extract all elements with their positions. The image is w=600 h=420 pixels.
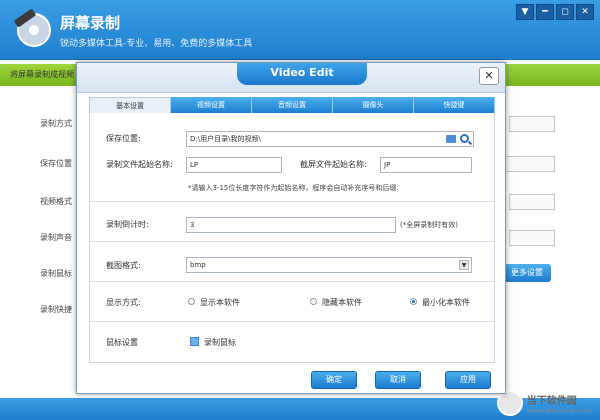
folder-icon[interactable]: [446, 135, 456, 143]
screenshot-prefix-field[interactable]: JP: [380, 157, 472, 173]
countdown-label: 录制倒计时:: [106, 220, 149, 229]
app-title: 屏幕录制: [60, 14, 121, 32]
watermark-url: www.downxia.com: [526, 406, 592, 415]
maximize-button[interactable]: ◻: [556, 4, 574, 20]
record-prefix-label: 录制文件起始名称:: [106, 160, 173, 169]
bg-audio-select[interactable]: [509, 230, 555, 246]
ok-button[interactable]: 确定: [311, 371, 357, 389]
dialog-close-button[interactable]: ✕: [479, 67, 499, 85]
mouse-settings-label: 鼠标设置: [106, 338, 138, 347]
mode-bar-text: 将屏幕录制成视频: [10, 70, 74, 79]
display-mode-label: 显示方式:: [106, 298, 141, 307]
minimize-button[interactable]: ━: [536, 4, 554, 20]
bg-label-record-mouse: 录制鼠标: [40, 269, 72, 278]
dialog-title: Video Edit: [237, 63, 367, 85]
close-button[interactable]: ✕: [576, 4, 594, 20]
tab-camera[interactable]: 摄像头: [333, 97, 414, 113]
search-icon[interactable]: [460, 134, 469, 143]
prefix-hint: *请输入3-15位长度字符作为起始名称，程序会自动补充序号和后缀.: [188, 184, 399, 192]
record-mouse-checkbox[interactable]: [190, 337, 199, 346]
bg-label-video-format: 视频格式: [40, 197, 72, 206]
bg-label-record-audio: 录制声音: [40, 233, 72, 242]
screenshot-format-select[interactable]: bmp ▼: [186, 257, 472, 273]
tab-basic-settings[interactable]: 基本设置: [89, 97, 171, 113]
basic-settings-panel: 保存位置: D:\用户目录\我的视频\ 录制文件起始名称: LP 截屏文件起始名…: [89, 113, 495, 363]
countdown-hint: (*全屏录制时有效): [400, 221, 458, 229]
section-divider: [90, 201, 494, 202]
save-location-label: 保存位置:: [106, 134, 141, 143]
app-header: 屏幕录制 锐动多媒体工具-专业、易用、免费的多媒体工具 ▼ ━ ◻ ✕: [0, 0, 600, 60]
app-logo-icon: [14, 9, 51, 47]
app-subtitle: 锐动多媒体工具-专业、易用、免费的多媒体工具: [60, 39, 253, 49]
bg-label-record-mode: 录制方式: [40, 119, 72, 128]
dialog-titlebar: Video Edit ✕: [77, 63, 505, 93]
radio-hide-software[interactable]: [310, 298, 317, 305]
radio-show-software[interactable]: [188, 298, 195, 305]
countdown-field[interactable]: 3: [186, 217, 396, 233]
video-edit-dialog: Video Edit ✕ 基本设置 视频设置 音频设置 摄像头 快捷键 保存位置…: [76, 62, 506, 394]
apply-button[interactable]: 应用: [445, 371, 491, 389]
section-divider: [90, 321, 494, 322]
watermark: 当下软件园 www.downxia.com: [496, 390, 592, 416]
bg-record-mode-select[interactable]: [509, 116, 555, 132]
bg-label-record-hotkey: 录制快捷: [40, 305, 72, 314]
tab-hotkeys[interactable]: 快捷键: [414, 97, 495, 113]
settings-tabs: 基本设置 视频设置 音频设置 摄像头 快捷键: [89, 97, 495, 113]
record-prefix-field[interactable]: LP: [186, 157, 282, 173]
section-divider: [90, 241, 494, 242]
radio-hide-software-label: 隐藏本软件: [322, 298, 362, 307]
section-divider: [90, 281, 494, 282]
chevron-down-icon[interactable]: ▼: [459, 260, 469, 270]
radio-show-software-label: 显示本软件: [200, 298, 240, 307]
screenshot-prefix-label: 截屏文件起始名称:: [300, 160, 367, 169]
tab-audio-settings[interactable]: 音频设置: [252, 97, 333, 113]
bg-video-format-select[interactable]: [509, 194, 555, 210]
more-settings-button[interactable]: 更多设置: [503, 264, 551, 282]
radio-minimize-software[interactable]: [410, 298, 417, 305]
radio-minimize-software-label: 最小化本软件: [422, 298, 470, 307]
screenshot-format-label: 截图格式:: [106, 261, 141, 270]
window-controls: ▼ ━ ◻ ✕: [516, 4, 594, 20]
watermark-text: 当下软件园: [526, 395, 577, 407]
screenshot-format-value: bmp: [190, 261, 206, 269]
save-location-field[interactable]: D:\用户目录\我的视频\: [186, 131, 474, 147]
tab-video-settings[interactable]: 视频设置: [171, 97, 252, 113]
bg-label-save-location: 保存位置: [40, 159, 72, 168]
record-mouse-label: 录制鼠标: [204, 338, 236, 347]
menu-dropdown-button[interactable]: ▼: [516, 4, 534, 20]
cancel-button[interactable]: 取消: [375, 371, 421, 389]
